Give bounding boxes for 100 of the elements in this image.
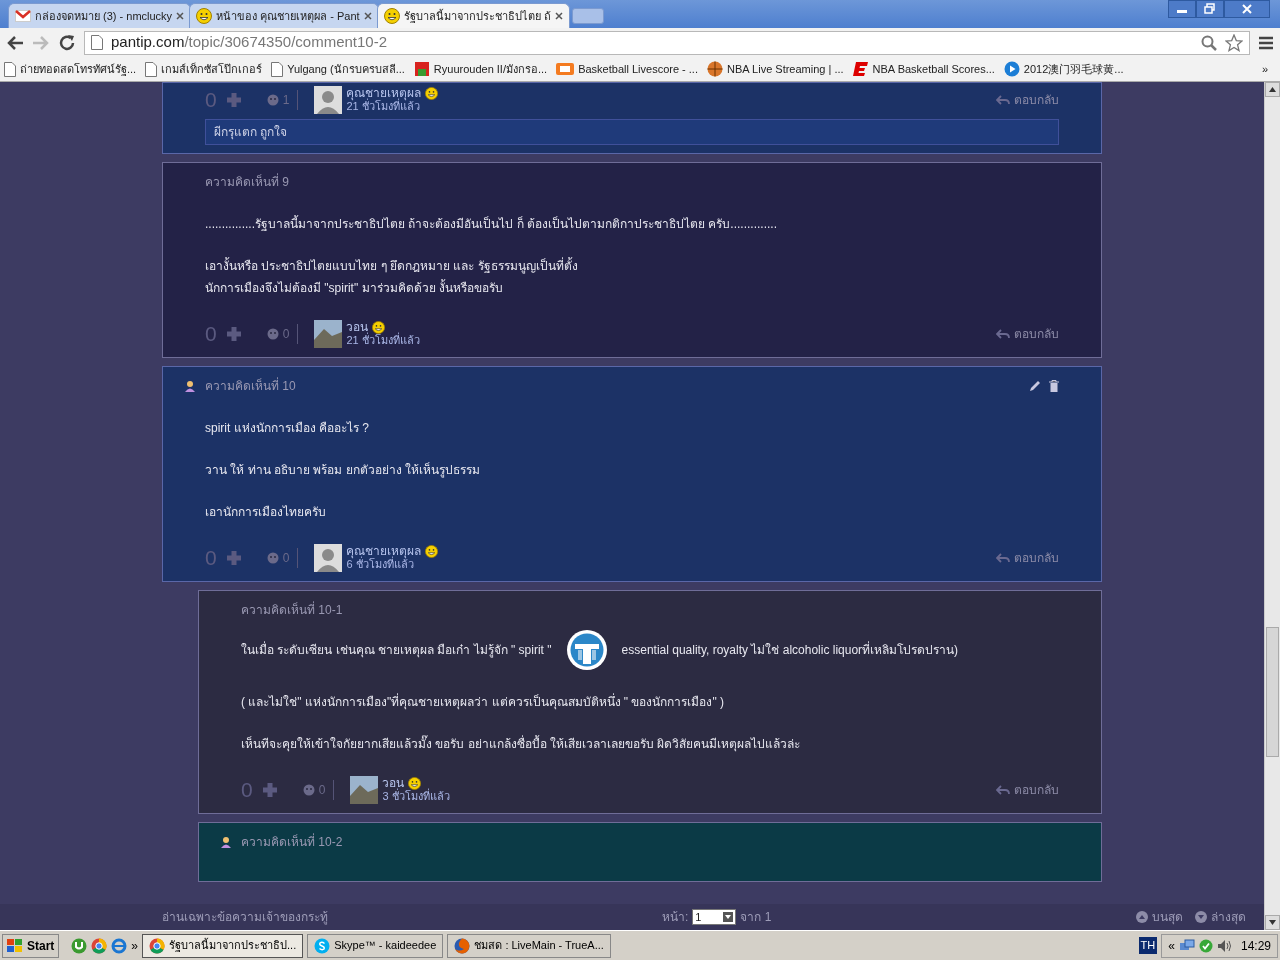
address-bar[interactable]: pantip.com/topic/30674350/comment10-2 xyxy=(84,30,1250,55)
minimize-icon[interactable] xyxy=(1168,0,1196,18)
dropdown-arrow-icon xyxy=(723,912,734,922)
scroll-down-icon xyxy=(1265,915,1280,930)
reply-link[interactable]: ตอบกลับ xyxy=(1014,91,1059,109)
photo-placeholder xyxy=(314,320,343,348)
avatar-silhouette xyxy=(314,86,343,114)
comment-text: เอานักการเมืองไทยครับ xyxy=(205,504,327,521)
emotion-icon[interactable] xyxy=(302,784,315,796)
chrome-icon[interactable] xyxy=(91,937,108,954)
comment-text: ( และไม่ใช่" แห่งนักการเมือง"ที่คุณชายเหตุผลว่า แต่ควรเป็นคุณสมบัติหนึ่ง " ของนักการเมือง" ) xyxy=(241,692,726,712)
pencil-icon[interactable] xyxy=(1029,380,1041,392)
emotion-count: 0 xyxy=(282,326,290,343)
post-time: 21 ชั่วโมงที่แล้ว xyxy=(346,100,420,113)
close-icon[interactable] xyxy=(1224,0,1270,18)
restore-icon[interactable] xyxy=(1196,0,1224,18)
star-icon[interactable] xyxy=(1225,33,1243,52)
language-indicator[interactable]: TH xyxy=(1138,937,1158,954)
author-name[interactable]: วอน xyxy=(382,777,405,790)
comment-text: เอางั้นหรือ ประชาธิปไตยแบบไทย ๆ ยึดกฎหมาย และ รัฐธรรมนูญเป็นที่ตั้ง xyxy=(205,256,579,276)
quick-launch-more[interactable]: » xyxy=(131,936,139,955)
windows-flag-icon xyxy=(7,938,23,953)
owner-filter-link[interactable]: อ่านเฉพาะข้อความเจ้าของกระทู้ xyxy=(162,908,328,926)
plus-icon[interactable] xyxy=(224,325,243,343)
to-bottom-link[interactable]: ล่างสุด xyxy=(1211,908,1246,926)
bookmark-link[interactable]: Yulgang (นักรบครบสลี... xyxy=(271,60,405,78)
torrent-icon[interactable] xyxy=(71,937,88,954)
smiley-icon xyxy=(372,321,386,334)
game-icon xyxy=(413,61,430,77)
fox-globe-icon xyxy=(454,937,471,954)
url-text: pantip.com/topic/30674350/comment10-2 xyxy=(111,32,387,53)
volume-icon[interactable] xyxy=(1216,938,1233,953)
post-time: 6 ชั่วโมงที่แล้ว xyxy=(346,558,414,571)
reply-arrow-icon xyxy=(996,553,1010,563)
page-icon xyxy=(4,61,16,77)
bookmark-link[interactable]: ถ่ายทอดสดโทรทัศน์รัฐ... xyxy=(4,60,137,78)
reply-arrow-icon xyxy=(996,785,1010,795)
bookmark-link[interactable]: 2012澳门羽毛球黄... xyxy=(1003,60,1124,78)
vote-count: 0 xyxy=(241,777,253,804)
close-icon[interactable] xyxy=(363,12,372,20)
taskbar-button[interactable]: รัฐบาลนี้มาจากประชาธิป... xyxy=(142,933,304,958)
smiley-icon xyxy=(408,777,422,790)
bookmark-link[interactable]: Basketball Livescore - ... xyxy=(556,60,698,78)
author-name[interactable]: คุณชายเหตุผล xyxy=(346,545,422,558)
bookmark-link[interactable]: เกมส์เท็กซัสโป๊กเกอร์ xyxy=(145,60,263,78)
page-select[interactable]: 1 xyxy=(692,909,737,925)
emotion-icon[interactable] xyxy=(266,328,279,340)
new-tab-button[interactable] xyxy=(571,8,604,24)
start-button[interactable]: Start xyxy=(2,933,60,958)
page-total: จาก 1 xyxy=(740,909,772,926)
bookmark-link[interactable]: NBA Basketball Scores... xyxy=(852,60,995,78)
close-icon[interactable] xyxy=(554,12,563,20)
plus-icon[interactable] xyxy=(260,781,279,799)
bookmark-link[interactable]: Ryuurouden II/มังกรอ... xyxy=(413,60,548,78)
reload-icon[interactable] xyxy=(58,33,76,52)
comment-number: ความคิดเห็นที่ 9 xyxy=(205,173,289,191)
emotion-icon[interactable] xyxy=(266,552,279,564)
comment-text: วาน ให้ ท่าน อธิบาย พร้อม ยกตัวอย่าง ให้เห็นรูปธรรม xyxy=(205,461,481,480)
browser-tab[interactable]: รัฐบาลนี้มาจากประชาธิปไตย ถ้ xyxy=(376,3,570,28)
scrollbar-thumb[interactable] xyxy=(1266,627,1279,757)
reply-link[interactable]: ตอบกลับ xyxy=(1014,549,1059,567)
taskbar-button[interactable]: Skype™ - kaideedee xyxy=(307,933,444,958)
plus-icon[interactable] xyxy=(224,549,243,567)
comment-number: ความคิดเห็นที่ 10-2 xyxy=(241,833,343,851)
shield-check-icon[interactable] xyxy=(1198,938,1213,953)
trash-icon[interactable] xyxy=(1049,380,1059,392)
scrollbar[interactable] xyxy=(1264,82,1280,930)
reply-link[interactable]: ตอบกลับ xyxy=(1014,781,1059,799)
comment-text: essential quality, royalty ไม่ใช่ alcoholic liquorที่เหลิมโปรดปราน) xyxy=(621,640,959,659)
quoted-comment: ผีกรุแตก ถูกใจ xyxy=(205,119,1059,145)
ie-icon[interactable] xyxy=(111,937,128,954)
browser-tab[interactable]: กล่องจดหมาย (3) - nmclucky xyxy=(8,3,192,28)
page-icon xyxy=(271,61,284,77)
menu-icon[interactable] xyxy=(1258,34,1274,51)
taskbar-button[interactable]: ชมสด : LiveMain - TrueA... xyxy=(447,933,611,958)
author-name[interactable]: คุณชายเหตุผล xyxy=(346,87,422,100)
comment-text: นักการเมืองจึงไม่ต้องมี "spirit" มาร่วมคิดด้วย งั้นหรือขอรับ xyxy=(205,278,504,297)
emotion-count: 1 xyxy=(282,92,290,109)
bookmarks-more-button[interactable]: » xyxy=(1261,60,1268,78)
comment-text: ในเมื่อ ระดับเซียน เช่นคุณ ชายเหตุผล มือเก๋า ไม่รู้จัก " spirit " xyxy=(241,640,552,660)
emotion-icon[interactable] xyxy=(266,94,279,106)
plus-icon[interactable] xyxy=(224,91,243,109)
page-label: หน้า: xyxy=(662,909,689,926)
back-arrow-icon[interactable] xyxy=(6,34,24,51)
reply-arrow-icon xyxy=(996,329,1010,339)
avatar-silhouette xyxy=(314,544,343,572)
tray-expand-button[interactable]: « xyxy=(1168,936,1175,955)
reply-link[interactable]: ตอบกลับ xyxy=(1014,325,1059,343)
to-top-link[interactable]: บนสุด xyxy=(1152,908,1183,926)
comment-text: spirit แห่งนักการเมือง คืออะไร ? xyxy=(205,420,370,437)
play-icon xyxy=(1003,61,1020,77)
search-icon[interactable] xyxy=(1201,34,1217,51)
smiley-icon xyxy=(196,8,213,24)
bookmark-link[interactable]: NBA Live Streaming | ... xyxy=(707,60,844,78)
post-time: 3 ชั่วโมงที่แล้ว xyxy=(382,790,450,803)
smiley-icon xyxy=(425,545,439,558)
author-name[interactable]: วอน xyxy=(346,321,369,334)
comment-number: ความคิดเห็นที่ 10-1 xyxy=(241,601,343,619)
close-icon[interactable] xyxy=(176,12,185,20)
browser-tab[interactable]: หน้าของ คุณชายเหตุผล - Pant xyxy=(189,3,379,28)
